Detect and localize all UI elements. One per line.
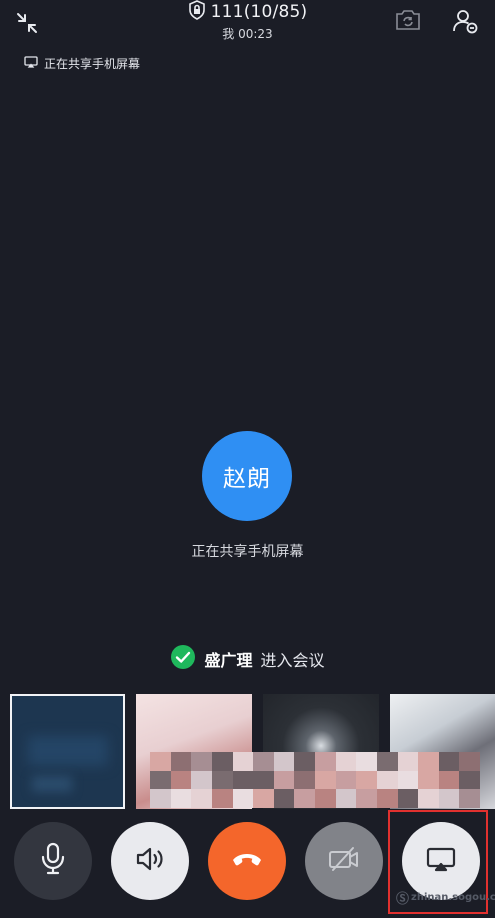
participant-avatar: 赵朗 xyxy=(202,431,292,521)
avatar-name: 赵朗 xyxy=(223,466,271,492)
meeting-title: 111(10/85) xyxy=(210,2,308,22)
camera-off-icon xyxy=(327,845,361,877)
members-icon[interactable] xyxy=(448,4,482,38)
sharing-status-text: 正在共享手机屏幕 xyxy=(191,544,304,560)
minimize-icon[interactable] xyxy=(10,6,44,40)
speaker-button[interactable] xyxy=(111,822,189,900)
joined-message: 进入会议 xyxy=(260,651,325,670)
switch-camera-icon[interactable] xyxy=(392,6,424,34)
self-video-thumbnail[interactable] xyxy=(10,694,125,809)
check-circle-icon xyxy=(170,644,196,674)
meeting-timer: 我 00:23 xyxy=(222,27,273,41)
meeting-title-block: 111(10/85) 我 00:23 xyxy=(150,0,345,42)
join-notice: 盛广理 进入会议 xyxy=(0,644,495,674)
watermark: Ⓢ zhinan.sogou.com xyxy=(396,888,495,907)
sogou-logo-icon: Ⓢ xyxy=(396,892,410,907)
hang-up-icon xyxy=(230,850,264,872)
lock-icon xyxy=(188,0,206,24)
mute-button[interactable] xyxy=(14,822,92,900)
microphone-icon xyxy=(40,842,66,880)
screen-share-indicator: 正在共享手机屏幕 xyxy=(24,52,140,74)
privacy-mosaic xyxy=(150,752,480,808)
screen-share-icon xyxy=(24,55,38,71)
top-bar: 111(10/85) 我 00:23 xyxy=(0,0,495,48)
watermark-text: zhinan.sogou.com xyxy=(411,892,495,903)
screen-share-label: 正在共享手机屏幕 xyxy=(44,56,141,71)
joined-participant-name: 盛广理 xyxy=(204,651,253,670)
speaker-icon xyxy=(134,845,166,877)
camera-toggle-button[interactable] xyxy=(305,822,383,900)
hang-up-button[interactable] xyxy=(208,822,286,900)
